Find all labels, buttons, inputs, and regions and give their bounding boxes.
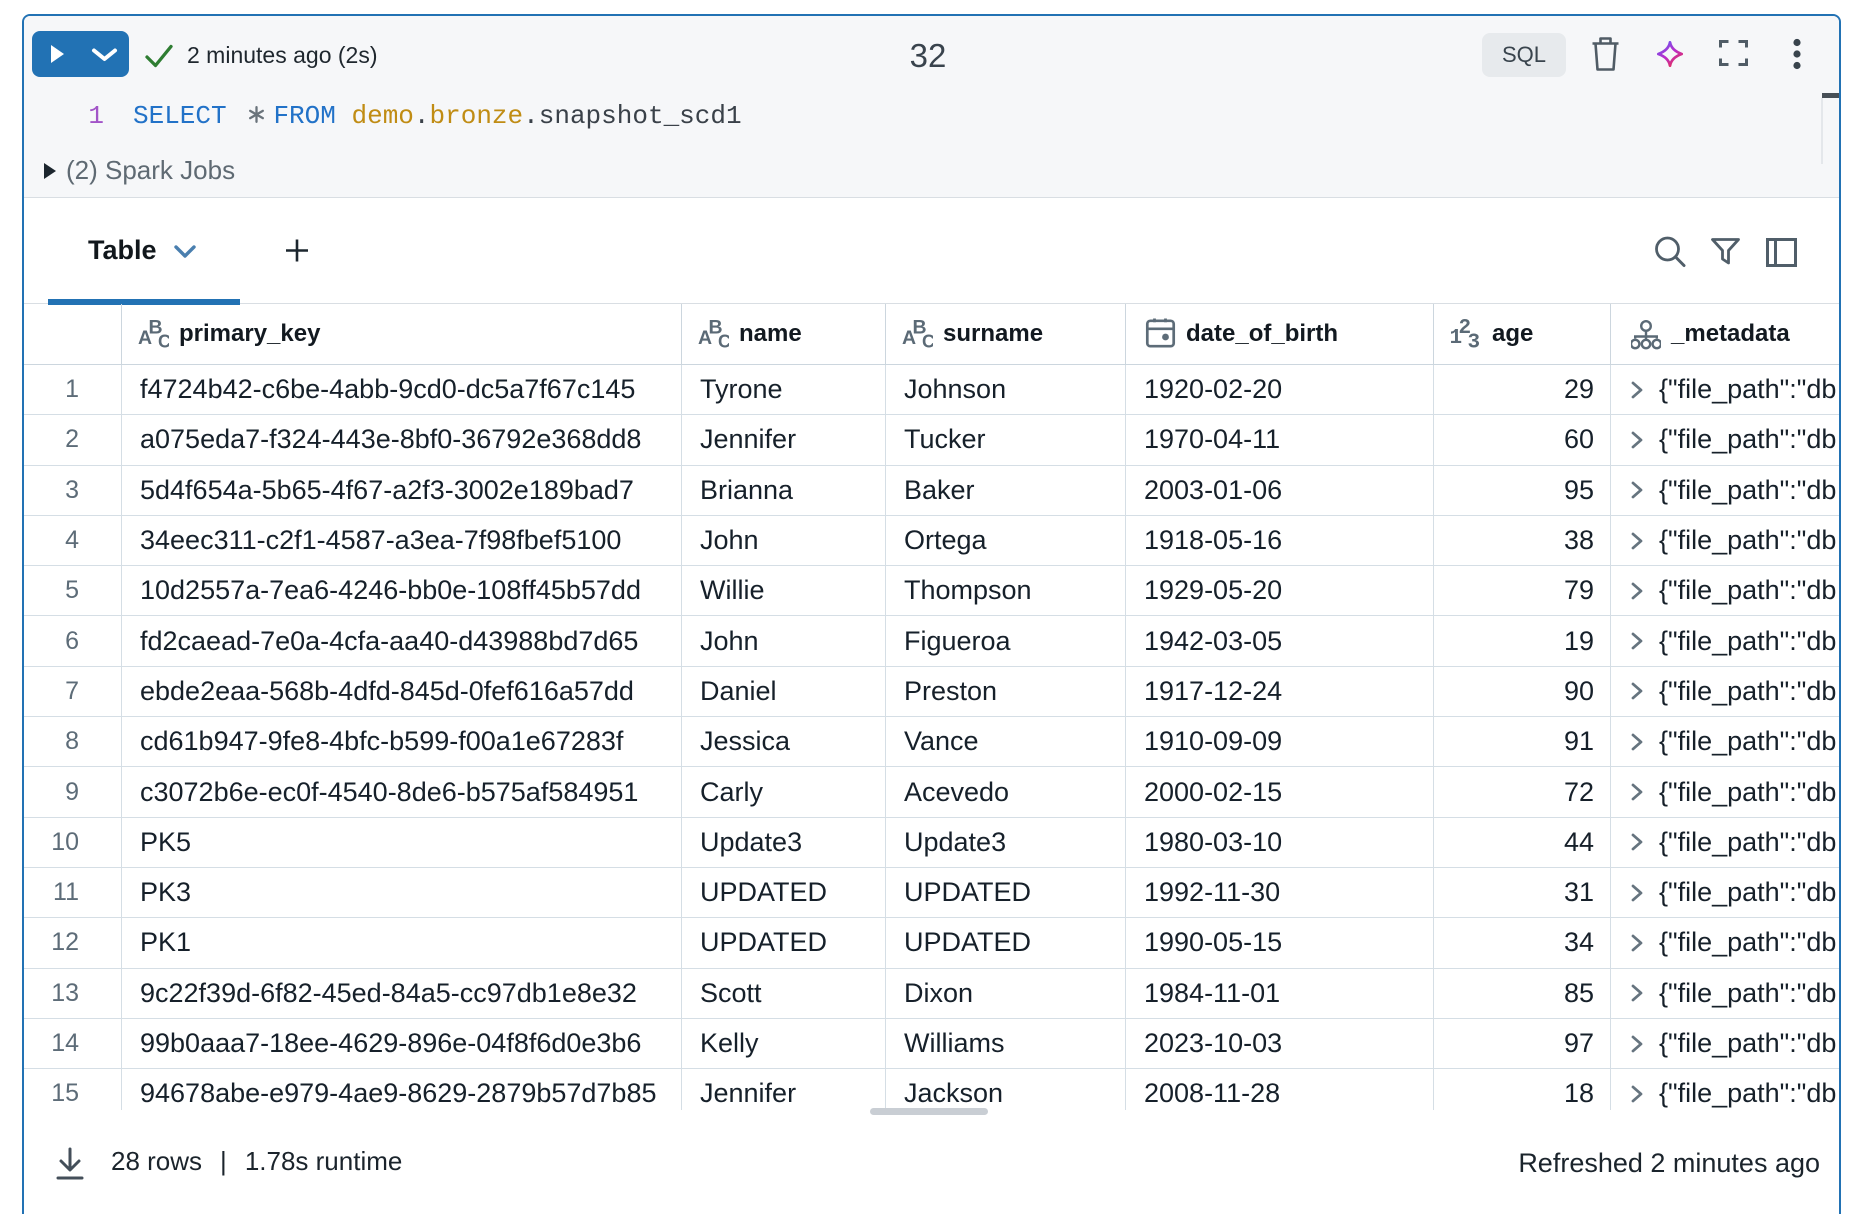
svg-text:C: C [158,332,169,351]
svg-text:C: C [718,332,729,351]
svg-text:3: 3 [1468,332,1481,351]
svg-text:C: C [922,332,933,351]
